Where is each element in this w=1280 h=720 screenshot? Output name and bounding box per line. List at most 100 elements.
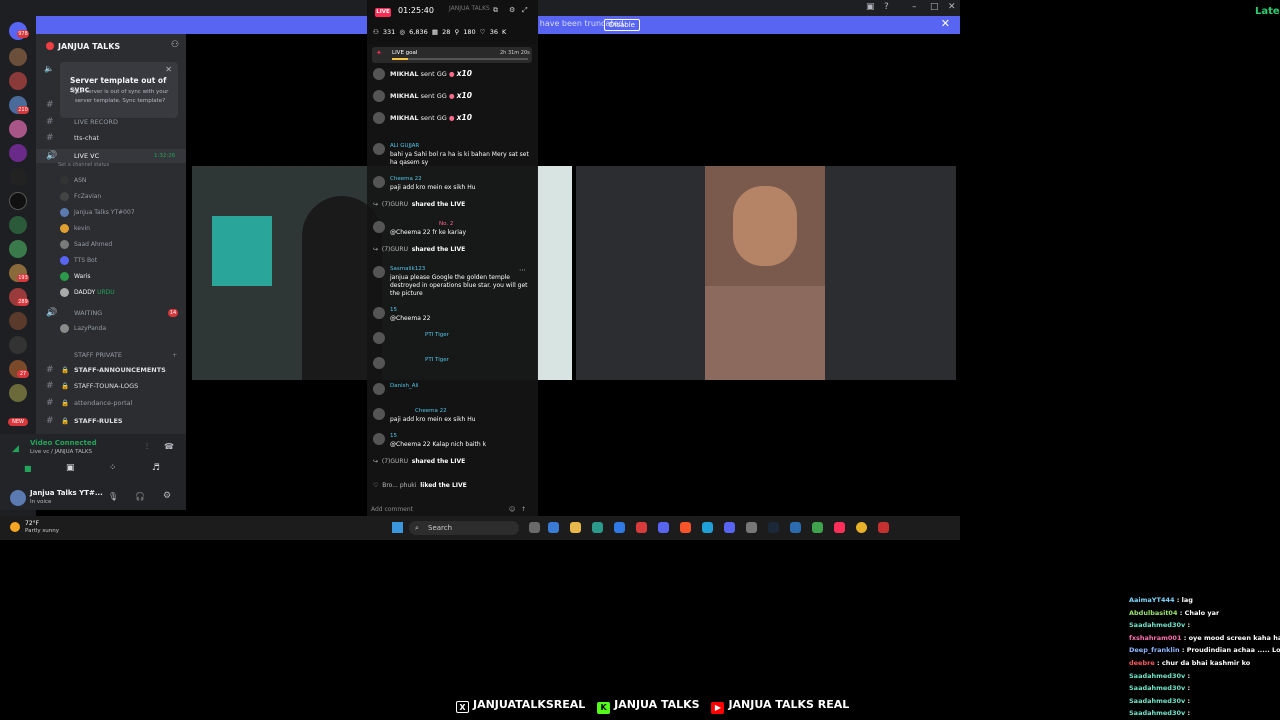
followers-icon: ⚲ — [454, 28, 460, 36]
avatar — [373, 383, 385, 395]
activities-icon[interactable]: ⁘ — [109, 463, 117, 473]
channel-staff-announcements[interactable]: # 🔒 STAFF-ANNOUNCEMENTS — [36, 363, 186, 377]
chat-username: Saadahmed30v — [1129, 709, 1186, 718]
voice-status-sub[interactable]: Live vc / JANJUA TALKS — [30, 449, 92, 455]
category-staff-private[interactable]: STAFF PRIVATE + — [36, 348, 186, 362]
settings-icon[interactable]: ⚙ — [509, 6, 515, 14]
headphones-icon[interactable]: 🎧 — [135, 492, 145, 501]
minimize-icon[interactable]: – — [912, 2, 917, 12]
comment-input[interactable]: Add comment ☺ ↑ — [371, 506, 531, 516]
discord-icon[interactable] — [724, 522, 735, 533]
stream-title: JANJUA TALKS — [449, 5, 490, 12]
channel-live-record[interactable]: # LIVE RECORD — [36, 115, 186, 129]
channel-label: LIVE RECORD — [74, 118, 118, 126]
windows-start-icon[interactable] — [392, 522, 403, 533]
expand-icon[interactable]: ⤢ — [522, 6, 528, 15]
webcam-feed-right[interactable] — [576, 166, 956, 380]
store-icon[interactable] — [592, 522, 603, 533]
app-icon[interactable] — [790, 522, 801, 533]
disable-streamer-mode-button[interactable]: Disable — [604, 19, 640, 31]
chat-text: : lag — [1176, 596, 1193, 604]
channel-staff-rules[interactable]: # 🔒 STAFF-RULES — [36, 414, 186, 428]
chrome-icon[interactable] — [856, 522, 867, 533]
user-name[interactable]: Janjua Talks YT#... — [30, 489, 103, 497]
channel-item[interactable]: # — [36, 98, 186, 112]
edge-icon[interactable] — [702, 522, 713, 533]
close-sync-card-icon[interactable]: ✕ — [165, 65, 172, 74]
voice-member[interactable]: Saad Ahmed — [60, 238, 112, 252]
app-icon[interactable] — [812, 522, 823, 533]
server-icon[interactable] — [9, 144, 27, 162]
avatar[interactable] — [10, 490, 26, 506]
disconnect-icon[interactable]: ☎ — [164, 442, 174, 451]
server-icon[interactable] — [9, 72, 27, 90]
settings-gear-icon[interactable]: ⚙ — [163, 491, 171, 501]
server-icon[interactable] — [9, 48, 27, 66]
server-name[interactable]: JANJUA TALKS — [58, 42, 120, 51]
camera-icon[interactable]: ■ — [24, 464, 36, 474]
channel-attendance-portal[interactable]: # 🔒 attendance-portal — [36, 396, 186, 410]
maximize-icon[interactable]: □ — [930, 2, 939, 12]
voice-member[interactable]: LazyPanda — [60, 322, 106, 336]
channel-status-hint[interactable]: Set a channel status — [58, 162, 109, 168]
screen-share-icon[interactable]: ▣ — [66, 463, 75, 473]
app-icon[interactable] — [636, 522, 647, 533]
channel-live-vc[interactable]: 🔊 LIVE VC 1:32:26 — [36, 149, 186, 163]
voice-member[interactable]: DADDY URDU — [60, 286, 115, 300]
gift-icon: ● — [448, 70, 455, 78]
help-icon[interactable]: ? — [884, 2, 889, 12]
voice-member[interactable]: ASN — [60, 174, 86, 188]
send-icon[interactable]: ↑ — [521, 506, 526, 513]
server-icon[interactable] — [9, 168, 27, 186]
voice-member[interactable]: FcZavian — [60, 190, 101, 204]
soundboard-icon[interactable]: ♬ — [152, 463, 160, 473]
voice-member[interactable]: kevin — [60, 222, 90, 236]
add-channel-icon[interactable]: + — [172, 348, 177, 362]
app-icon[interactable] — [658, 522, 669, 533]
live-goal-bar[interactable]: ✦ LIVE goal 2h 31m 20s — [372, 47, 532, 63]
microphone-icon[interactable]: 🎙 — [108, 492, 118, 501]
app-icon[interactable] — [614, 522, 625, 533]
close-window-icon[interactable]: ✕ — [948, 2, 956, 12]
server-icon[interactable] — [9, 120, 27, 138]
voice-member[interactable]: Waris — [60, 270, 91, 284]
voice-connection-panel: ◢ Video Connected Live vc / JANJUA TALKS… — [0, 434, 186, 486]
app-icon[interactable] — [878, 522, 889, 533]
signal-icon[interactable]: ◢ — [12, 444, 19, 454]
app-icon[interactable] — [746, 522, 757, 533]
server-icon[interactable] — [9, 336, 27, 354]
channel-tts-chat[interactable]: # tts-chat — [36, 131, 186, 145]
infinity-server-icon[interactable] — [9, 192, 27, 210]
popout-icon[interactable]: ⧉ — [493, 6, 498, 15]
avatar — [373, 68, 385, 80]
server-icon[interactable] — [9, 216, 27, 234]
steam-icon[interactable] — [768, 522, 779, 533]
channel-waiting[interactable]: 🔊 WAITING 14 — [36, 306, 186, 320]
server-icon[interactable] — [9, 384, 27, 402]
noise-suppression-icon[interactable]: ⫶ — [146, 442, 148, 452]
avatar — [60, 192, 69, 201]
voice-member[interactable]: Janjua Talks YT#007 — [60, 206, 135, 220]
chat-line: deebre : chur da bhai kashmir ko — [1129, 657, 1250, 669]
tiktok-icon[interactable] — [834, 522, 845, 533]
file-explorer-icon[interactable] — [570, 522, 581, 533]
brave-icon[interactable] — [680, 522, 691, 533]
add-member-icon[interactable]: ⚇ — [171, 40, 179, 50]
server-icon[interactable] — [9, 240, 27, 258]
task-view-icon[interactable] — [529, 522, 540, 533]
emoji-icon[interactable]: ☺ — [509, 506, 515, 513]
taskbar-search[interactable]: ⌕ Search — [409, 521, 519, 535]
chat-username: deebre — [1129, 659, 1155, 667]
voice-status-title[interactable]: Video Connected — [30, 439, 97, 447]
voice-member[interactable]: TTS Bot — [60, 254, 97, 268]
live-stats: ⚇ 331 ◎ 6,836 ▦ 28 ⚲ 180 ♡ 36 K — [373, 28, 507, 36]
server-icon[interactable] — [9, 312, 27, 330]
avatar — [373, 143, 385, 155]
channel-staff-touna-logs[interactable]: # 🔒 STAFF-TOUNA-LOGS — [36, 379, 186, 393]
inbox-icon[interactable]: ▣ — [866, 2, 875, 12]
more-icon[interactable]: ⋯ — [519, 266, 526, 274]
app-icon[interactable] — [548, 522, 559, 533]
weather-widget[interactable]: 72°F Partly sunny — [0, 516, 90, 540]
close-banner-icon[interactable]: ✕ — [941, 17, 950, 30]
live-badge: LIVE — [375, 8, 391, 17]
